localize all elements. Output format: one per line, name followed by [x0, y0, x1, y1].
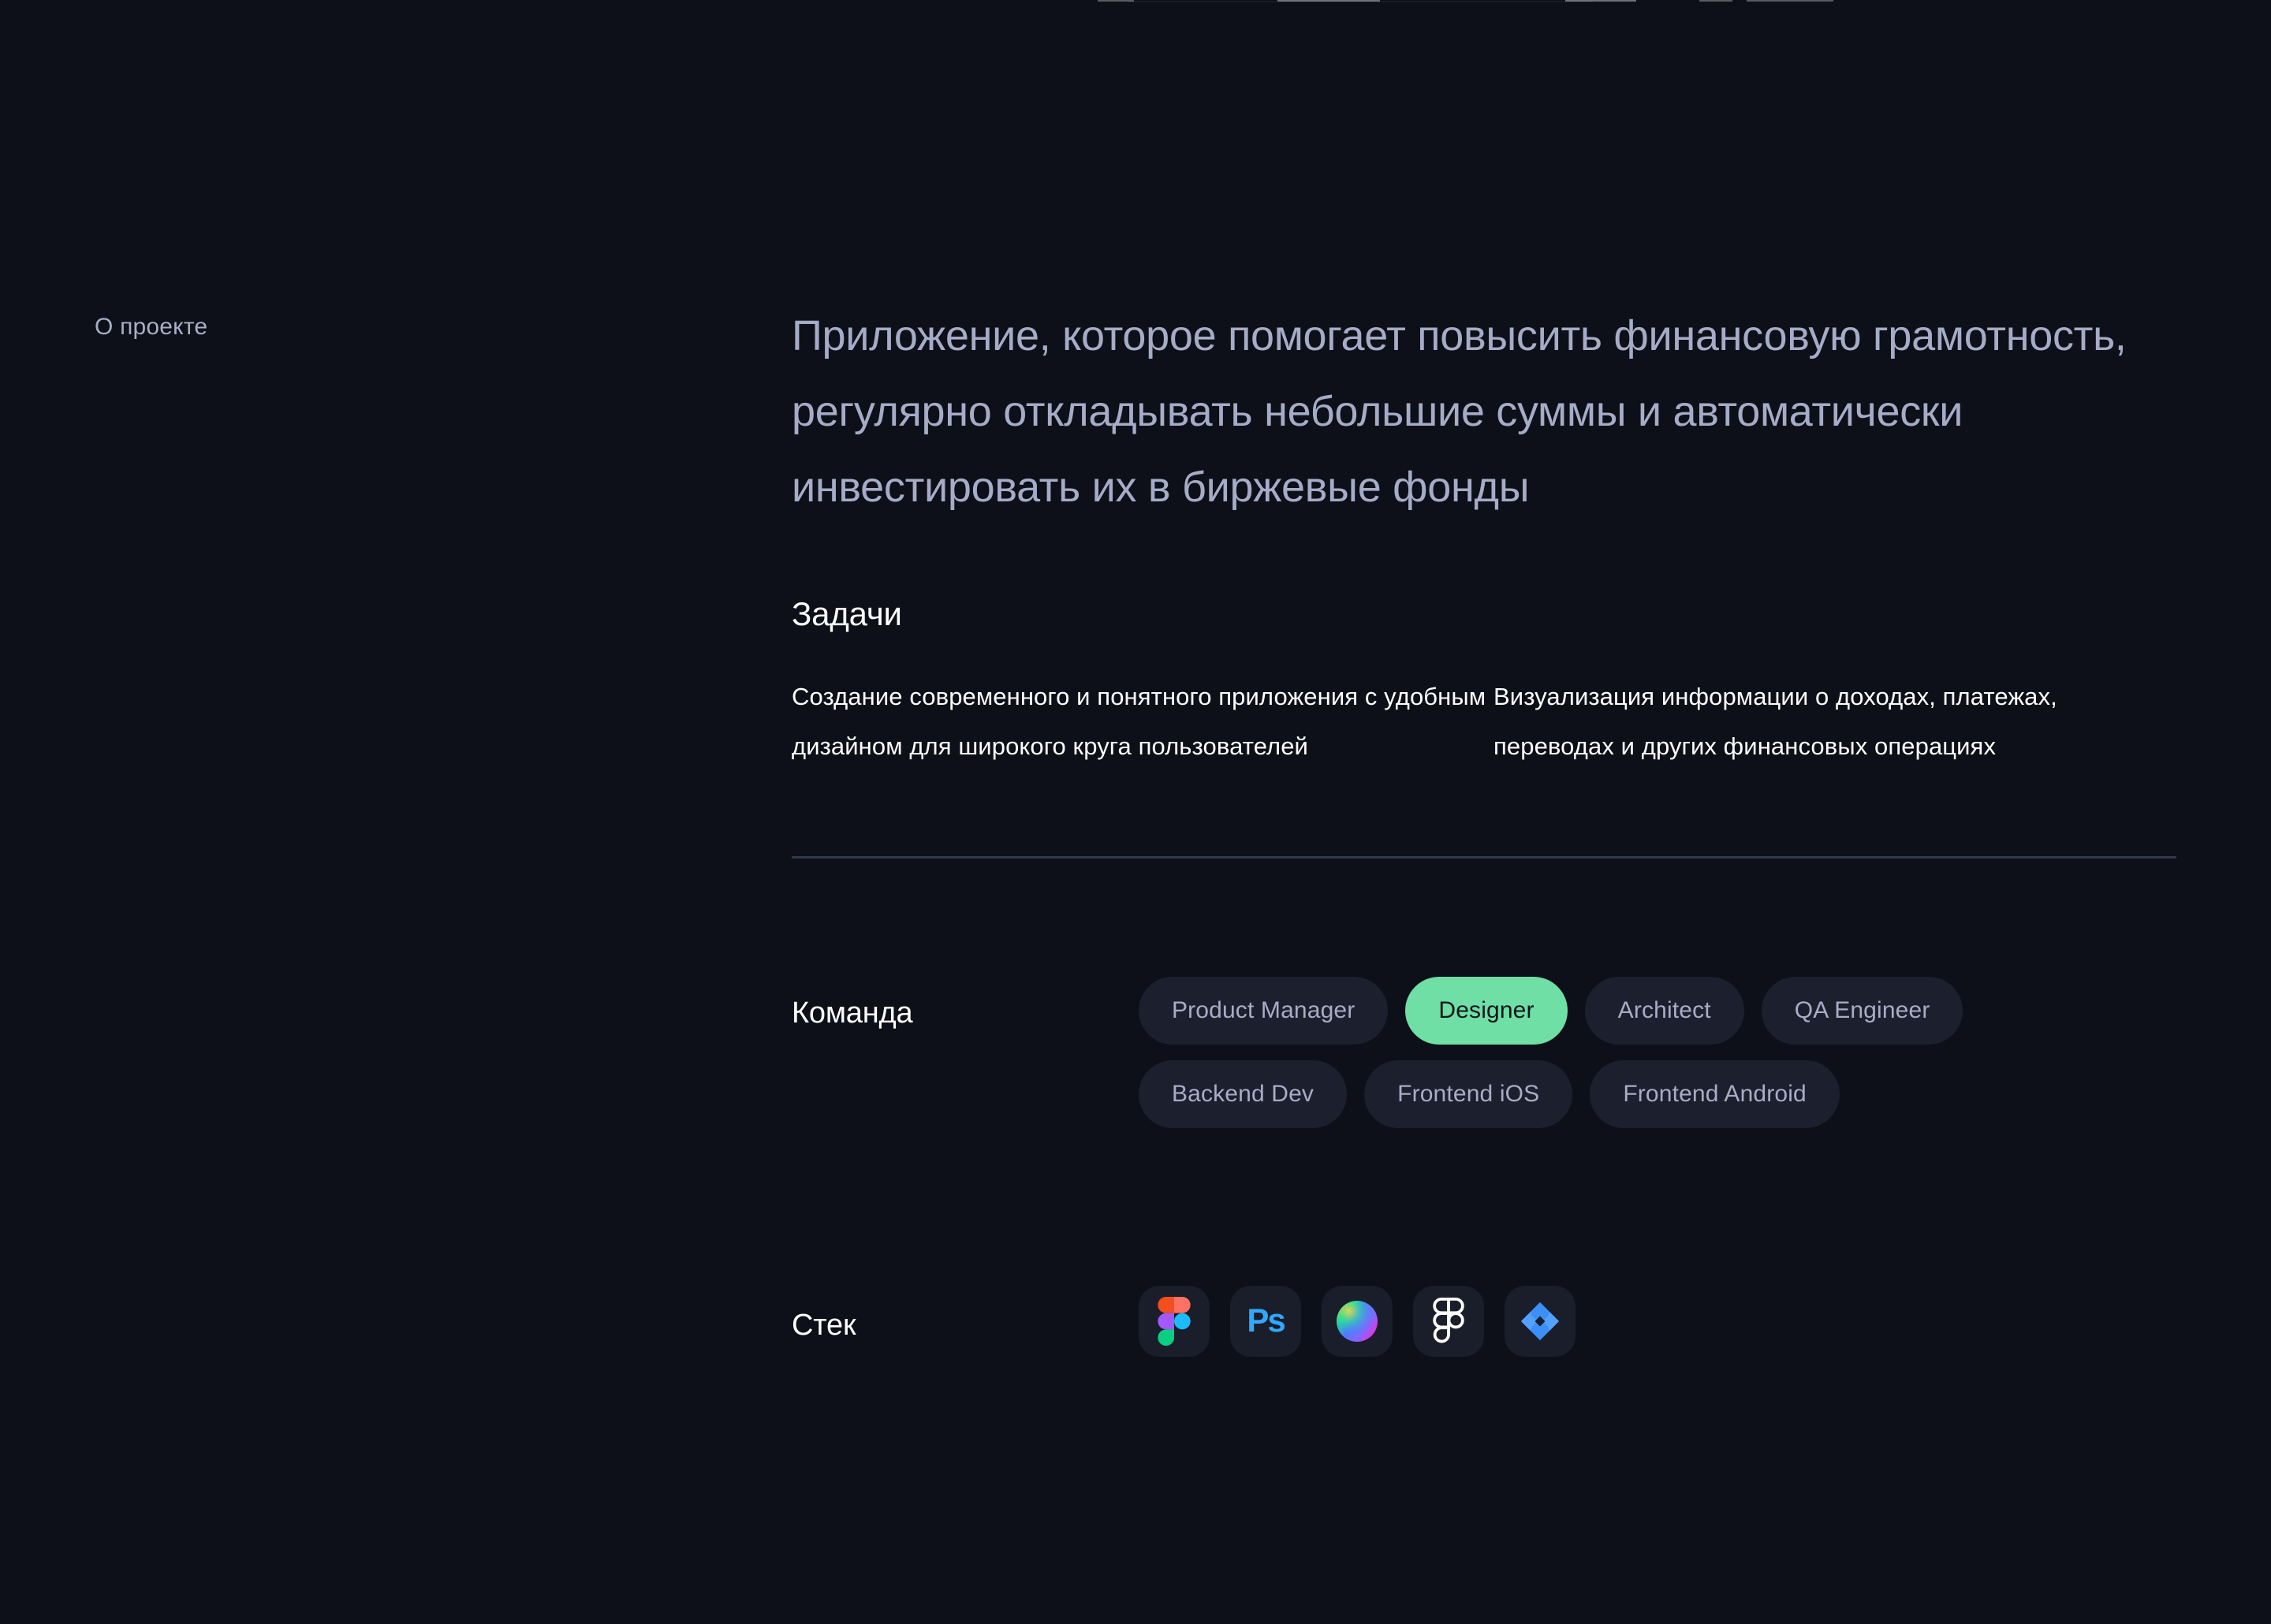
section-divider — [792, 856, 2176, 859]
task-item: Визуализация информации о доходах, плате… — [1493, 683, 2057, 761]
tasks-heading: Задачи — [792, 595, 902, 632]
figma-icon — [1158, 1297, 1191, 1347]
svg-text:Ps: Ps — [1247, 1302, 1285, 1339]
jira-icon — [1519, 1300, 1561, 1343]
section-rail-label: О проекте — [95, 314, 208, 340]
team-label: Команда — [792, 996, 913, 1030]
stack-tile-figma[interactable] — [1139, 1286, 1210, 1358]
team-pill-frontend-android[interactable]: Frontend Android — [1590, 1060, 1840, 1129]
tasks-grid: Создание современного и понятного прилож… — [792, 672, 2180, 771]
section-lede: Приложение, которое помогает повысить фи… — [792, 312, 2127, 511]
stack-tile-figjam[interactable] — [1413, 1286, 1484, 1358]
figjam-icon — [1432, 1298, 1465, 1345]
team-pill-backend-dev[interactable]: Backend Dev — [1139, 1060, 1348, 1129]
stack-label: Стек — [792, 1309, 856, 1343]
task-column: Создание современного и понятного прилож… — [792, 672, 1493, 771]
team-pill-frontend-ios[interactable]: Frontend iOS — [1364, 1060, 1573, 1129]
stack-tile-jira[interactable] — [1505, 1286, 1576, 1358]
task-item: Создание современного и понятного прилож… — [792, 683, 1486, 761]
task-column: Визуализация информации о доходах, плате… — [1493, 672, 2164, 771]
team-block: Команда Product Manager Designer Archite… — [792, 977, 2180, 1129]
stack-tile-photoshop[interactable]: Ps — [1230, 1286, 1301, 1358]
stack-icon-list: Ps — [1139, 1286, 1576, 1358]
content-column: Приложение, которое помогает повысить фи… — [792, 0, 2180, 1358]
stack-tile-spline[interactable] — [1322, 1286, 1393, 1358]
team-pill-designer[interactable]: Designer — [1405, 977, 1568, 1045]
about-project-section: О проекте Приложение, которое помогает п… — [0, 0, 2271, 1624]
team-pill-architect[interactable]: Architect — [1584, 977, 1744, 1045]
stack-block: Стек Ps — [792, 1286, 2180, 1358]
team-pill-list: Product Manager Designer Architect QA En… — [1139, 977, 2156, 1129]
photoshop-icon: Ps — [1243, 1298, 1288, 1344]
spline-icon — [1336, 1300, 1378, 1343]
team-pill-qa-engineer[interactable]: QA Engineer — [1761, 977, 1963, 1045]
team-pill-product-manager[interactable]: Product Manager — [1139, 977, 1389, 1045]
